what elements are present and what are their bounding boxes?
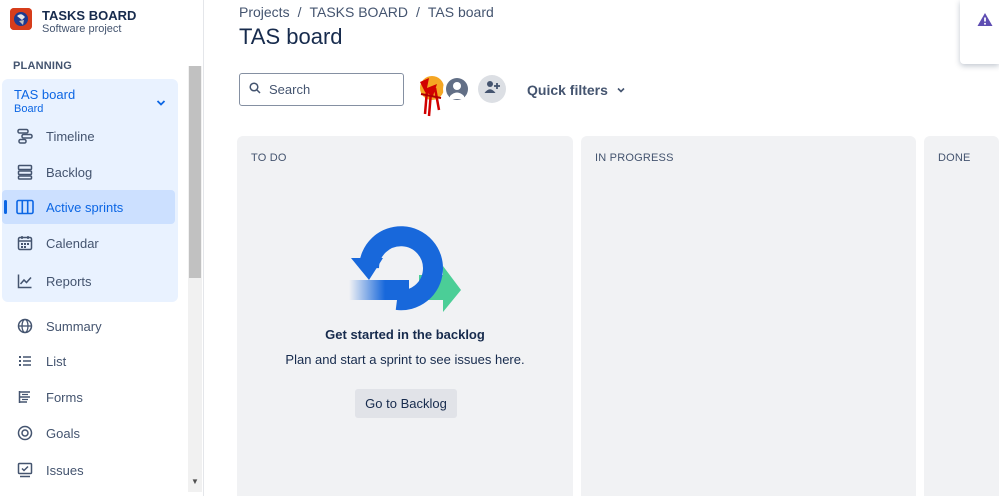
- add-people-button[interactable]: [478, 75, 506, 103]
- go-to-backlog-button[interactable]: Go to Backlog: [355, 389, 457, 418]
- sidebar-item-label: List: [46, 353, 67, 369]
- sidebar-item-timeline[interactable]: Timeline: [2, 119, 178, 153]
- calendar-icon: [15, 233, 35, 253]
- project-subtitle: Software project: [42, 23, 122, 35]
- sidebar-item-forms[interactable]: Forms: [2, 380, 178, 414]
- backlog-illustration-icon: [349, 222, 465, 312]
- sidebar-item-label: Reports: [46, 273, 92, 289]
- breadcrumb: Projects / TASKS BOARD / TAS board: [239, 4, 494, 20]
- breadcrumb-projects[interactable]: Projects: [239, 4, 290, 20]
- column-title: DONE: [938, 152, 971, 164]
- project-title: TASKS BOARD: [42, 8, 137, 23]
- summary-icon: [15, 316, 35, 336]
- sidebar-item-list[interactable]: List: [2, 344, 178, 378]
- sidebar-item-label: Summary: [46, 318, 102, 334]
- board-column-todo: TO DO Get started in the backlog Plan an…: [237, 136, 573, 496]
- user-avatar-default[interactable]: [443, 75, 471, 103]
- sidebar-item-calendar[interactable]: Calendar: [2, 226, 178, 260]
- board-column-done: DONE: [924, 136, 999, 496]
- sidebar-item-backlog[interactable]: Backlog: [2, 155, 178, 189]
- breadcrumb-separator: /: [297, 4, 302, 20]
- add-person-icon: [484, 80, 500, 99]
- column-title: IN PROGRESS: [595, 152, 674, 164]
- goals-icon: [15, 423, 35, 443]
- reports-icon: [15, 271, 35, 291]
- sidebar-item-summary[interactable]: Summary: [2, 309, 178, 343]
- project-header[interactable]: TASKS BOARD Software project: [10, 6, 194, 42]
- sidebar-item-issues[interactable]: Issues: [2, 453, 178, 487]
- quick-filters-dropdown[interactable]: Quick filters: [527, 82, 626, 98]
- breadcrumb-board[interactable]: TAS board: [428, 4, 494, 20]
- sidebar-item-label: Issues: [46, 462, 84, 478]
- planning-section-label: PLANNING: [13, 60, 73, 72]
- backlog-icon: [15, 162, 35, 182]
- sidebar-item-label: Backlog: [46, 164, 93, 180]
- active-indicator: [4, 200, 7, 214]
- search-box[interactable]: [239, 73, 404, 106]
- quick-filters-label: Quick filters: [527, 82, 608, 98]
- board-column-in-progress: IN PROGRESS: [581, 136, 916, 496]
- empty-state-title: Get started in the backlog: [325, 327, 485, 342]
- sidebar: TASKS BOARD Software project PLANNING TA…: [0, 0, 204, 496]
- page-title: TAS board: [239, 24, 343, 49]
- list-icon: [15, 351, 35, 371]
- sidebar-item-label: Active sprints: [46, 199, 124, 215]
- sidebar-item-label: Calendar: [46, 235, 99, 251]
- search-icon: [249, 81, 261, 99]
- project-logo-icon: [10, 8, 32, 30]
- chevron-down-icon: [616, 82, 626, 98]
- issues-icon: [15, 460, 35, 480]
- breadcrumb-project[interactable]: TASKS BOARD: [309, 4, 408, 20]
- scrollbar-thumb[interactable]: [189, 66, 201, 278]
- sidebar-item-active-sprints[interactable]: Active sprints: [2, 190, 175, 224]
- sidebar-item-reports[interactable]: Reports: [2, 264, 178, 298]
- timeline-icon: [15, 126, 35, 146]
- board-selector-title[interactable]: TAS board: [14, 87, 75, 102]
- active-sprints-icon: [15, 197, 35, 217]
- chevron-down-icon[interactable]: [156, 95, 166, 113]
- board-selector-subtitle: Board: [14, 103, 44, 115]
- empty-state-description: Plan and start a sprint to see issues he…: [285, 352, 525, 367]
- sidebar-item-label: Forms: [46, 389, 83, 405]
- sidebar-item-label: Timeline: [46, 128, 95, 144]
- breadcrumb-separator: /: [416, 4, 420, 20]
- warning-icon: [977, 12, 993, 32]
- column-title: TO DO: [251, 152, 287, 164]
- warning-flag-card[interactable]: [960, 0, 999, 64]
- sidebar-scrollbar[interactable]: ▼: [188, 66, 202, 492]
- sidebar-item-label: Goals: [46, 425, 80, 441]
- forms-icon: [15, 387, 35, 407]
- search-input[interactable]: [269, 82, 389, 97]
- scroll-down-arrow-icon[interactable]: ▼: [191, 477, 199, 486]
- sidebar-item-goals[interactable]: Goals: [2, 416, 178, 450]
